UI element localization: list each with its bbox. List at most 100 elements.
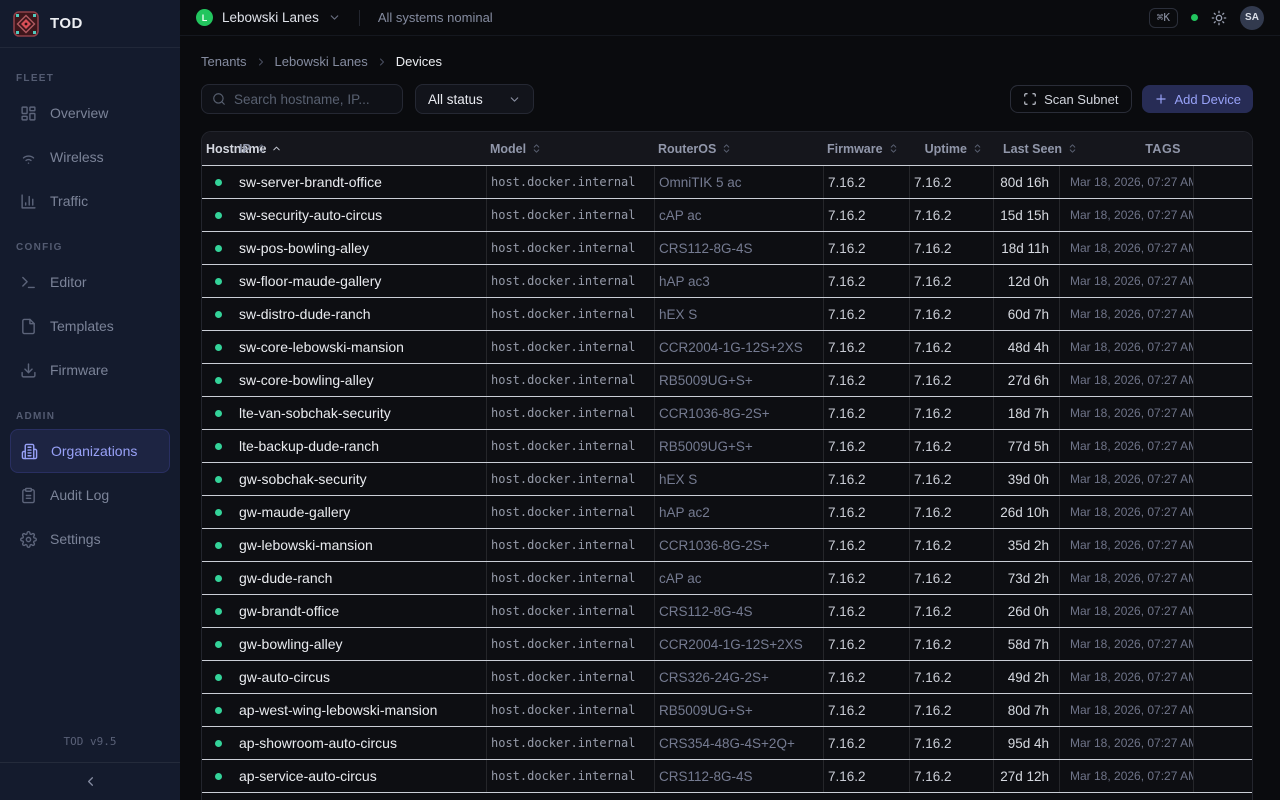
cell-ip: host.docker.internal: [486, 265, 654, 297]
device-row[interactable]: lte-backup-dude-ranchhost.docker.interna…: [202, 429, 1252, 462]
cell-ip: host.docker.internal: [486, 628, 654, 660]
column-header-last_seen[interactable]: Last Seen: [993, 132, 1059, 165]
device-row[interactable]: gw-auto-circushost.docker.internalCRS326…: [202, 660, 1252, 693]
cell-routeros: 7.16.2: [823, 628, 909, 660]
sidebar-section-label: FLEET: [16, 73, 164, 84]
scan-subnet-button[interactable]: Scan Subnet: [1010, 85, 1131, 113]
sidebar-item-wireless[interactable]: Wireless: [10, 135, 170, 179]
cell-routeros: 7.16.2: [823, 199, 909, 231]
cell-firmware: 7.16.2: [909, 232, 993, 264]
cell-hostname: sw-server-brandt-office: [235, 166, 486, 198]
add-device-button[interactable]: Add Device: [1142, 85, 1253, 113]
cell-routeros: 7.16.2: [823, 760, 909, 792]
search-input[interactable]: [234, 92, 392, 107]
sidebar-collapse-button[interactable]: [0, 762, 180, 800]
sidebar-item-editor[interactable]: Editor: [10, 260, 170, 304]
device-row[interactable]: sw-floor-maude-galleryhost.docker.intern…: [202, 264, 1252, 297]
sort-icon: [888, 143, 899, 154]
device-row[interactable]: sw-pos-bowling-alleyhost.docker.internal…: [202, 231, 1252, 264]
column-header-routeros[interactable]: RouterOS: [654, 132, 823, 165]
device-row[interactable]: sw-security-auto-circushost.docker.inter…: [202, 198, 1252, 231]
device-status-cell: [202, 595, 235, 627]
cell-model: CRS112-8G-4S: [654, 232, 823, 264]
sidebar-item-label: Traffic: [50, 193, 88, 209]
cell-hostname: gw-lebowski-mansion: [235, 529, 486, 561]
device-row[interactable]: gw-sobchak-securityhost.docker.internalh…: [202, 462, 1252, 495]
cell-last-seen: Mar 18, 2026, 07:27 AM: [1059, 232, 1193, 264]
download-icon: [20, 362, 37, 379]
breadcrumb-item[interactable]: Tenants: [201, 54, 247, 69]
cell-firmware: 7.16.2: [909, 595, 993, 627]
bar-chart-icon: [20, 193, 37, 210]
status-filter-value: All status: [428, 92, 483, 107]
sun-icon[interactable]: [1211, 10, 1227, 26]
sidebar-item-organizations[interactable]: Organizations: [10, 429, 170, 473]
column-header-ip[interactable]: IP: [235, 132, 486, 165]
toolbar: All status Scan Subnet Add Device: [201, 84, 1253, 114]
cell-model: CCR2004-1G-12S+2XS: [654, 628, 823, 660]
cell-hostname: gw-auto-circus: [235, 661, 486, 693]
cell-model: cAP ac: [654, 562, 823, 594]
device-row[interactable]: ap-showroom-auto-circushost.docker.inter…: [202, 726, 1252, 759]
device-row[interactable]: lte-van-sobchak-securityhost.docker.inte…: [202, 396, 1252, 429]
cell-tags: [1193, 562, 1252, 594]
device-row[interactable]: gw-bowling-alleyhost.docker.internalCCR2…: [202, 627, 1252, 660]
cell-firmware: 7.16.2: [909, 265, 993, 297]
tenant-switcher[interactable]: Lebowski Lanes: [222, 10, 319, 25]
cell-ip: host.docker.internal: [486, 727, 654, 759]
cell-tags: [1193, 364, 1252, 396]
device-row[interactable]: ap-west-wing-lebowski-mansionhost.docker…: [202, 693, 1252, 726]
cell-model: RB5009UG+S+: [654, 694, 823, 726]
column-header-model[interactable]: Model: [486, 132, 654, 165]
column-header-hostname[interactable]: Hostname: [202, 132, 235, 165]
column-header-firmware[interactable]: Firmware: [823, 132, 909, 165]
device-row[interactable]: gw-maude-galleryhost.docker.internalhAP …: [202, 495, 1252, 528]
sidebar-item-label: Editor: [50, 274, 87, 290]
cell-uptime: 15d 15h: [993, 199, 1059, 231]
column-label: Last Seen: [1003, 142, 1062, 156]
cell-tags: [1193, 166, 1252, 198]
cell-uptime: 12d 0h: [993, 265, 1059, 297]
sidebar-item-overview[interactable]: Overview: [10, 91, 170, 135]
cell-model: hEX S: [654, 298, 823, 330]
cell-firmware: 7.16.2: [909, 661, 993, 693]
cell-ip: host.docker.internal: [486, 562, 654, 594]
cell-last-seen: Mar 18, 2026, 07:27 AM: [1059, 661, 1193, 693]
cell-hostname: sw-security-auto-circus: [235, 199, 486, 231]
cell-uptime: 39d 0h: [993, 463, 1059, 495]
sidebar-item-traffic[interactable]: Traffic: [10, 179, 170, 223]
device-row[interactable]: sw-distro-dude-ranchhost.docker.internal…: [202, 297, 1252, 330]
sidebar-item-firmware[interactable]: Firmware: [10, 348, 170, 392]
chevron-down-icon[interactable]: [328, 11, 341, 24]
chevron-down-icon: [508, 93, 521, 106]
online-status-dot: [215, 641, 222, 648]
scan-icon: [1023, 92, 1037, 106]
column-header-uptime[interactable]: Uptime: [909, 132, 993, 165]
sidebar-item-templates[interactable]: Templates: [10, 304, 170, 348]
device-row[interactable]: ap-service-auto-circushost.docker.intern…: [202, 759, 1252, 792]
cell-ip: host.docker.internal: [486, 661, 654, 693]
device-status-cell: [202, 265, 235, 297]
cell-routeros: 7.16.2: [823, 232, 909, 264]
sidebar-item-settings[interactable]: Settings: [10, 517, 170, 561]
breadcrumb-item[interactable]: Lebowski Lanes: [275, 54, 368, 69]
cell-model: RB5009UG+S+: [654, 364, 823, 396]
sidebar-item-label: Wireless: [50, 149, 104, 165]
device-row[interactable]: gw-lebowski-mansionhost.docker.internalC…: [202, 528, 1252, 561]
device-row[interactable]: sw-core-bowling-alleyhost.docker.interna…: [202, 363, 1252, 396]
online-status-dot: [215, 245, 222, 252]
device-row[interactable]: gw-dude-ranchhost.docker.internalcAP ac7…: [202, 561, 1252, 594]
content: TenantsLebowski LanesDevices All status …: [180, 36, 1280, 800]
cell-hostname: sw-core-bowling-alley: [235, 364, 486, 396]
cell-hostname: gw-bowling-alley: [235, 628, 486, 660]
cell-uptime: 27d 6h: [993, 364, 1059, 396]
cell-tags: [1193, 760, 1252, 792]
sidebar-item-audit-log[interactable]: Audit Log: [10, 473, 170, 517]
device-row[interactable]: sw-server-brandt-officehost.docker.inter…: [202, 165, 1252, 198]
device-row[interactable]: gw-brandt-officehost.docker.internalCRS1…: [202, 594, 1252, 627]
user-avatar[interactable]: SA: [1240, 6, 1264, 30]
device-status-cell: [202, 430, 235, 462]
device-row[interactable]: sw-core-lebowski-mansionhost.docker.inte…: [202, 330, 1252, 363]
command-palette-shortcut[interactable]: ⌘K: [1149, 8, 1178, 28]
status-filter-select[interactable]: All status: [415, 84, 534, 114]
